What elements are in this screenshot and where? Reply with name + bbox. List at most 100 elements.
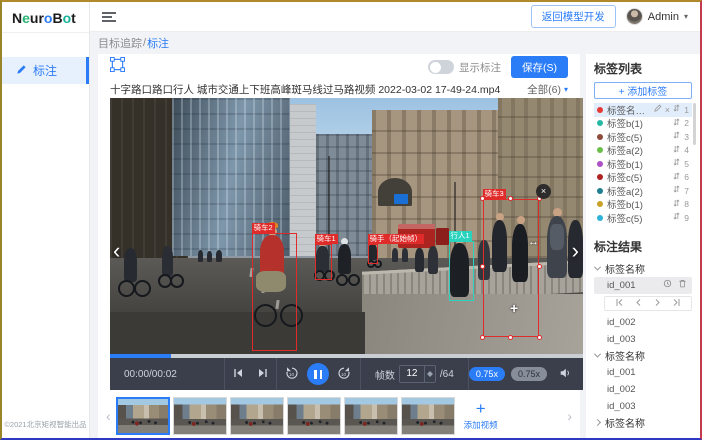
resize-handle[interactable] (508, 335, 513, 340)
next-page-icon[interactable] (653, 294, 662, 312)
skip-to-end-icon[interactable] (258, 368, 268, 381)
trash-icon[interactable] (678, 279, 687, 291)
bbox-rider-startframe[interactable]: 骑手（起始帧） (368, 244, 378, 264)
filter-dropdown[interactable]: 全部(6) ▾ (527, 82, 568, 97)
video-thumbnail[interactable] (287, 397, 341, 435)
speed-pill-inactive[interactable]: 0.75x (511, 367, 547, 381)
hotkey-number: 2 (683, 118, 689, 128)
label-row[interactable]: 标签b(1) 8 (594, 198, 692, 212)
frame-stepper (424, 366, 435, 382)
stepper-up-icon[interactable] (425, 366, 435, 374)
next-frame-arrow[interactable]: › (572, 240, 579, 262)
label-row[interactable]: 标签a(2) 4 (594, 144, 692, 158)
result-group-name: 标签名称 (605, 261, 645, 276)
filmstrip-prev-arrow[interactable]: ‹ (104, 408, 113, 424)
crosshair-cursor-icon: + (510, 300, 518, 316)
result-group-header[interactable]: 标签名称 (594, 261, 692, 277)
user-menu[interactable]: Admin ▾ (626, 8, 688, 25)
video-thumbnail[interactable] (401, 397, 455, 435)
app-window: NeuroBot 标注 ©2021北京矩视智能出品 返回模型开发 Admin ▾… (0, 0, 702, 440)
resize-handle[interactable] (480, 335, 485, 340)
result-item[interactable]: id_002 (594, 381, 692, 398)
breadcrumb-parent[interactable]: 目标追踪 (98, 35, 142, 51)
resize-handle[interactable] (480, 196, 485, 201)
label-color-dot (597, 174, 603, 180)
sort-updown-icon[interactable] (673, 158, 680, 169)
rect-select-tool-icon[interactable] (110, 57, 125, 77)
label-row[interactable]: 标签b(1) 5 (594, 157, 692, 171)
back-to-model-dev-button[interactable]: 返回模型开发 (531, 5, 616, 28)
bbox-cyclist-3-selected[interactable]: 骑车3 (483, 199, 539, 337)
plus-icon: + (476, 401, 486, 417)
scrollbar[interactable] (693, 103, 696, 145)
add-video-button[interactable]: + 添加视频 (458, 395, 504, 437)
label-row[interactable]: 标签a(2) 7 (594, 184, 692, 198)
last-page-icon[interactable] (672, 294, 681, 312)
forward-10-icon[interactable]: 10 (337, 366, 351, 383)
chevron-down-icon: ▾ (684, 12, 688, 21)
result-item-id: id_002 (607, 384, 636, 395)
result-item[interactable]: id_003 (594, 331, 692, 348)
sort-updown-icon[interactable] (673, 118, 680, 129)
bbox-cyclist-2[interactable]: 骑车2 (252, 233, 297, 351)
filmstrip-next-arrow[interactable]: › (565, 408, 574, 424)
resize-handle[interactable] (537, 335, 542, 340)
sort-updown-icon[interactable] (673, 185, 680, 196)
sidebar-item-annotate[interactable]: 标注 (2, 57, 89, 84)
toggle-switch[interactable] (428, 60, 454, 74)
label-row[interactable]: 标签c(5) 9 (594, 211, 692, 225)
sort-updown-icon[interactable] (673, 212, 680, 223)
skip-to-start-icon[interactable] (233, 368, 243, 381)
result-item[interactable]: id_003 (594, 398, 692, 415)
save-button[interactable]: 保存(S) (511, 56, 568, 78)
bicycle-wheel (118, 280, 135, 297)
volume-icon[interactable] (559, 367, 571, 382)
result-item[interactable]: id_002 (594, 314, 692, 331)
logo-part: N (12, 10, 22, 26)
label-list: 标签名字最长数... × 1 标签b(1) 2 (594, 103, 692, 225)
video-thumbnail-selected[interactable] (116, 397, 170, 435)
right-panel: 标签列表 + 添加标签 标签名字最长数... × 1 (586, 54, 700, 438)
bbox-cyclist-1[interactable]: 骑车1 (315, 244, 332, 280)
show-annotation-toggle[interactable]: 显示标注 (428, 60, 501, 75)
resize-handle[interactable] (508, 196, 513, 201)
prev-frame-arrow[interactable]: ‹ (113, 240, 120, 262)
video-thumbnail[interactable] (344, 397, 398, 435)
sort-updown-icon[interactable] (673, 104, 680, 115)
speed-pill-active[interactable]: 0.75x (469, 367, 505, 381)
stepper-down-icon[interactable] (425, 374, 435, 382)
delete-box-button[interactable]: × (536, 184, 551, 199)
result-item[interactable]: id_001 (594, 364, 692, 381)
label-row-selected[interactable]: 标签名字最长数... × 1 (594, 103, 692, 117)
cyclist-figure (338, 244, 351, 274)
clock-icon[interactable] (663, 279, 672, 291)
video-canvas[interactable]: 骑车2 骑车1 骑手（起始帧） 行人1 骑车3 (110, 98, 583, 354)
edit-icon[interactable] (654, 104, 662, 115)
sort-updown-icon[interactable] (673, 172, 680, 183)
resize-handle[interactable] (480, 264, 485, 269)
result-group-header[interactable]: 标签名称 (594, 348, 692, 364)
sort-updown-icon[interactable] (673, 145, 680, 156)
pause-button[interactable] (307, 363, 329, 385)
collapse-menu-icon[interactable] (102, 10, 116, 24)
delete-icon[interactable]: × (665, 105, 670, 115)
prev-page-icon[interactable] (634, 294, 643, 312)
video-thumbnail[interactable] (230, 397, 284, 435)
first-page-icon[interactable] (615, 294, 624, 312)
label-row[interactable]: 标签c(5) 6 (594, 171, 692, 185)
result-item-selected[interactable]: id_001 (594, 277, 692, 294)
frame-input[interactable]: 12 (400, 366, 424, 382)
sort-updown-icon[interactable] (673, 131, 680, 142)
person-figure (162, 246, 173, 276)
resize-handle[interactable] (537, 264, 542, 269)
add-label-button[interactable]: + 添加标签 (594, 82, 692, 99)
bbox-pedestrian-1[interactable]: 行人1 (449, 241, 474, 301)
sort-updown-icon[interactable] (673, 199, 680, 210)
label-row[interactable]: 标签b(1) 2 (594, 117, 692, 131)
rewind-10-icon[interactable]: 10 (285, 366, 299, 383)
video-thumbnail[interactable] (173, 397, 227, 435)
result-group-header[interactable]: 标签名称 (594, 415, 692, 431)
main-area: 返回模型开发 Admin ▾ 目标追踪 / 标注 (90, 2, 700, 438)
label-color-dot (597, 147, 603, 153)
label-row[interactable]: 标签c(5) 3 (594, 130, 692, 144)
